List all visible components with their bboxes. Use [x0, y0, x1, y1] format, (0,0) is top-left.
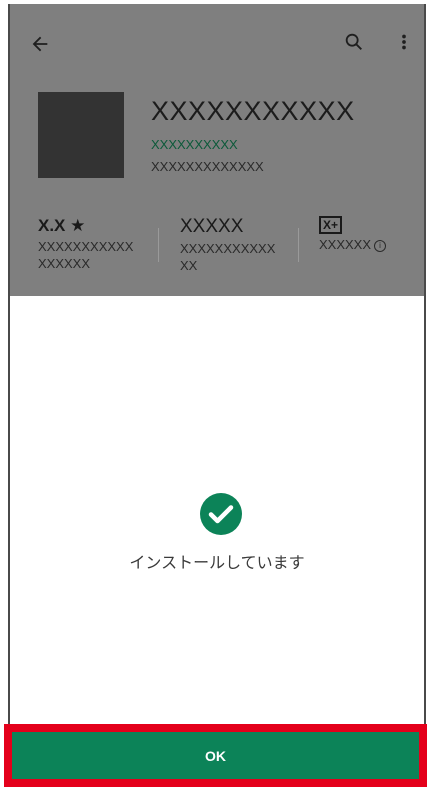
more-options-button[interactable]	[388, 26, 420, 58]
ok-button[interactable]: OK	[12, 732, 419, 779]
more-vert-icon	[402, 34, 406, 50]
phone-screen: XXXXXXXXXXX XXXXXXXXXX XXXXXXXXXXXXX X.X…	[8, 4, 426, 787]
install-status-text: インストールしています	[129, 555, 305, 572]
app-developer[interactable]: XXXXXXXXXX	[151, 137, 238, 152]
app-icon	[38, 92, 124, 178]
stat-rating-value: X.X ★	[38, 216, 86, 235]
search-icon	[345, 33, 362, 50]
divider	[298, 228, 299, 262]
back-button[interactable]	[24, 28, 56, 60]
app-subtitle: XXXXXXXXXXXXX	[151, 159, 264, 174]
stat-age-label: XXXXXX	[319, 237, 372, 252]
arrow-left-icon	[32, 36, 48, 52]
app-details-overlay: XXXXXXXXXXX XXXXXXXXXX XXXXXXXXXXXXX X.X…	[10, 4, 424, 296]
stat-size: XXXXX XXXXXXXXXXX XX	[180, 216, 292, 274]
age-rating-badge: X+	[319, 216, 343, 234]
search-button[interactable]	[338, 26, 370, 58]
ok-highlight-frame: OK	[4, 724, 427, 787]
stat-size-value: XXXXX	[180, 216, 244, 237]
divider	[158, 228, 159, 262]
stat-rating-label: XXXXXXXXXXX XXXXXX	[38, 239, 134, 271]
check-circle-icon	[200, 493, 242, 535]
stat-size-label: XXXXXXXXXXX XX	[180, 241, 276, 273]
stat-rating: X.X ★ XXXXXXXXXXX XXXXXX	[38, 216, 148, 272]
info-icon[interactable]: i	[374, 239, 387, 252]
app-title: XXXXXXXXXXX	[151, 96, 355, 126]
stat-age-rating: X+ XXXXXX i	[319, 216, 419, 253]
